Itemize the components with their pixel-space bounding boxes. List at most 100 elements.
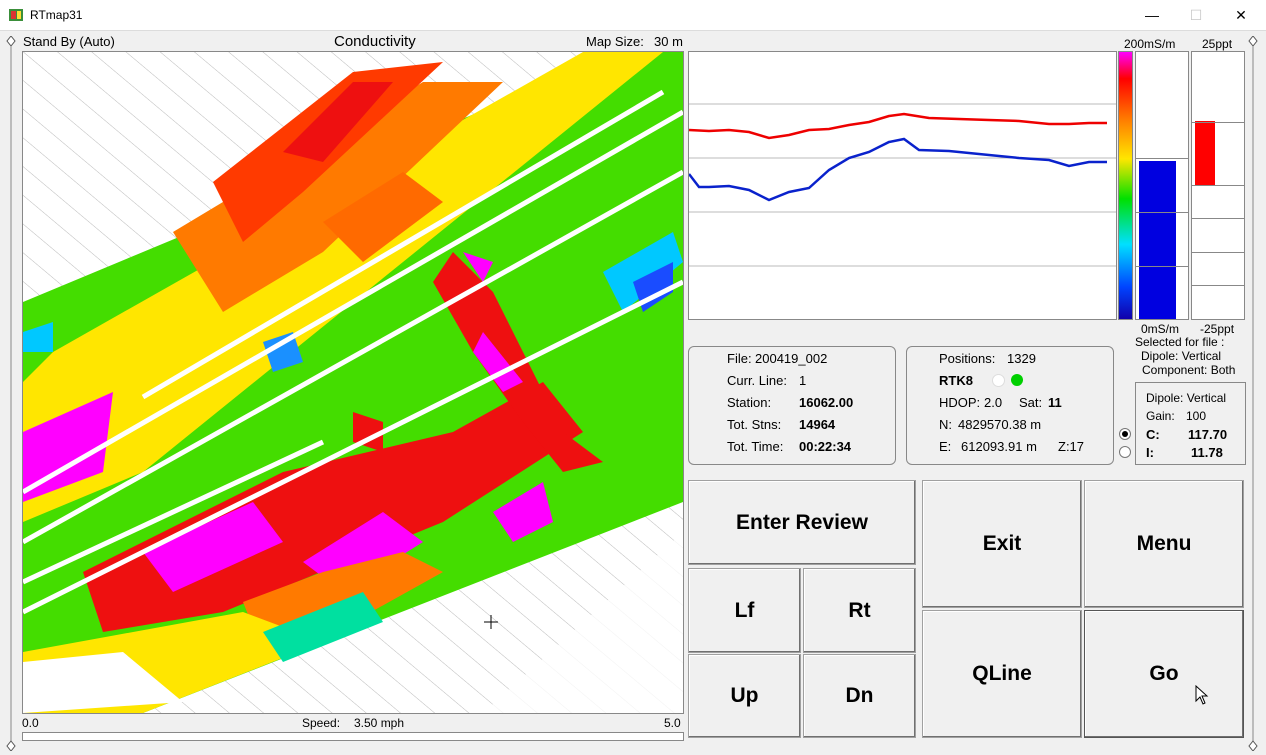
file-info-panel: File: 200419_002 Curr. Line: 1 Station: … — [688, 346, 896, 465]
tot-stns-label: Tot. Stns: — [727, 417, 782, 432]
tot-time-label: Tot. Time: — [727, 439, 784, 454]
easting-value: 612093.91 m — [961, 439, 1037, 454]
enter-review-accel: v — [822, 510, 835, 534]
positions-label: Positions: — [939, 351, 996, 366]
radio-i[interactable] — [1119, 446, 1131, 458]
close-button[interactable]: ✕ — [1218, 0, 1264, 30]
conductivity-bar — [1135, 51, 1189, 320]
rtk-label: RTK8 — [939, 373, 973, 388]
map-size-value: 30 m — [654, 34, 683, 49]
sat-label: Sat: — [1019, 395, 1043, 410]
inphase-bar — [1191, 51, 1245, 320]
gps-panel: Positions: 1329 RTK8 HDOP: 2.0 Sat: 11 N… — [906, 346, 1114, 465]
close-icon: ✕ — [1235, 6, 1247, 23]
curr-line-value: 1 — [799, 373, 807, 388]
hdop-label: HDOP: — [939, 395, 981, 410]
down-button[interactable]: Dn — [803, 654, 916, 738]
status-text: Stand By (Auto) — [23, 34, 115, 49]
positions-value: 1329 — [1007, 351, 1036, 366]
exit-button[interactable]: Ex it — [922, 480, 1082, 608]
status-light-on — [1011, 374, 1023, 386]
title-bar: RTmap31 — ☐ ✕ — [0, 0, 1266, 31]
ip-scale-bottom: -25ppt — [1200, 322, 1235, 336]
go-label: o — [1165, 662, 1179, 685]
right-splitter[interactable] — [1248, 36, 1258, 751]
color-scale — [1118, 51, 1133, 320]
gain-value: 100 — [1186, 409, 1207, 423]
northing-label: N: — [939, 417, 952, 432]
inphase-level — [1195, 121, 1215, 186]
gain-label: Gain: — [1146, 409, 1175, 423]
station-label: Station: — [727, 395, 772, 410]
dipole-label: Dipole: Vertical — [1146, 391, 1227, 405]
exit-label: E — [982, 532, 997, 555]
maximize-icon: ☐ — [1189, 6, 1203, 23]
status-light-off — [992, 374, 1005, 387]
mouse-pointer-icon — [1195, 685, 1209, 705]
selected-dipole: Dipole: Vertical — [1141, 349, 1222, 363]
profile-graph — [688, 51, 1117, 320]
conductivity-level — [1139, 161, 1176, 319]
enter-review-label-end: iew — [834, 510, 868, 534]
c-label: C: — [1146, 427, 1160, 442]
left-button[interactable]: Lf — [688, 568, 801, 653]
z-value: Z:17 — [1058, 439, 1085, 454]
graph-canvas — [688, 103, 1116, 267]
selected-title: Selected for file : — [1135, 335, 1225, 349]
map-title: Conductivity — [334, 33, 416, 50]
enter-review-button[interactable]: Enter Re v iew — [688, 480, 916, 565]
northing-value: 4829570.38 m — [958, 417, 1042, 432]
sat-value: 11 — [1048, 395, 1062, 410]
menu-accel: M — [1136, 532, 1155, 555]
hdop-value: 2.0 — [984, 395, 1003, 410]
lf-accel: L — [734, 598, 748, 622]
up-accel: U — [730, 684, 746, 707]
menu-label: enu — [1154, 532, 1192, 555]
speed-label: Speed: — [302, 716, 341, 730]
i-label: I: — [1146, 445, 1154, 460]
cond-scale-bottom: 0mS/m — [1141, 322, 1180, 336]
tot-stns-value: 14964 — [799, 417, 836, 432]
dipole-panel: Dipole: Vertical Gain: 100 C: 117.70 I: … — [1135, 382, 1246, 465]
qline-button[interactable]: Q Line — [922, 610, 1082, 738]
rt-label: t — [863, 598, 871, 622]
go-accel: G — [1149, 662, 1166, 685]
minimize-icon: — — [1145, 7, 1159, 23]
app-icon — [9, 9, 23, 21]
qline-accel: Q — [972, 662, 989, 685]
conductivity-trace — [688, 112, 1107, 140]
curr-line-label: Curr. Line: — [727, 373, 787, 388]
inphase-trace — [688, 137, 1107, 202]
selected-component: Component: Both — [1142, 363, 1236, 377]
ip-scale-top: 25ppt — [1202, 37, 1233, 51]
minimize-button[interactable]: — — [1129, 0, 1175, 30]
window-title: RTmap31 — [30, 8, 83, 22]
c-value: 117.70 — [1188, 427, 1228, 442]
exit-label-end: it — [1008, 532, 1022, 555]
easting-label: E: — [939, 439, 952, 454]
dn-accel: D — [845, 684, 861, 707]
right-button[interactable]: Rt — [803, 568, 916, 653]
left-splitter[interactable] — [6, 36, 16, 751]
conductivity-map[interactable] — [22, 51, 684, 714]
speed-value: 3.50 mph — [354, 716, 405, 730]
file-label: File: — [727, 351, 752, 366]
tot-time-value: 00:22:34 — [799, 439, 852, 454]
axis-start: 0.0 — [22, 716, 39, 730]
dn-label: n — [860, 684, 874, 707]
station-value: 16062.00 — [799, 395, 854, 410]
menu-button[interactable]: Menu — [1084, 480, 1244, 608]
up-label: p — [745, 684, 759, 707]
go-button[interactable]: Go — [1084, 610, 1244, 738]
enter-review-label: Enter Re — [736, 510, 823, 534]
lf-label: f — [747, 598, 755, 622]
i-value: 11.78 — [1191, 445, 1223, 460]
rt-accel: R — [848, 598, 864, 622]
radio-c[interactable] — [1119, 428, 1131, 440]
up-button[interactable]: Up — [688, 654, 801, 738]
maximize-button[interactable]: ☐ — [1173, 0, 1219, 30]
map-size-label: Map Size: — [586, 34, 644, 49]
speed-bar — [22, 732, 684, 741]
axis-end: 5.0 — [664, 716, 681, 730]
exit-accel: x — [996, 532, 1009, 555]
